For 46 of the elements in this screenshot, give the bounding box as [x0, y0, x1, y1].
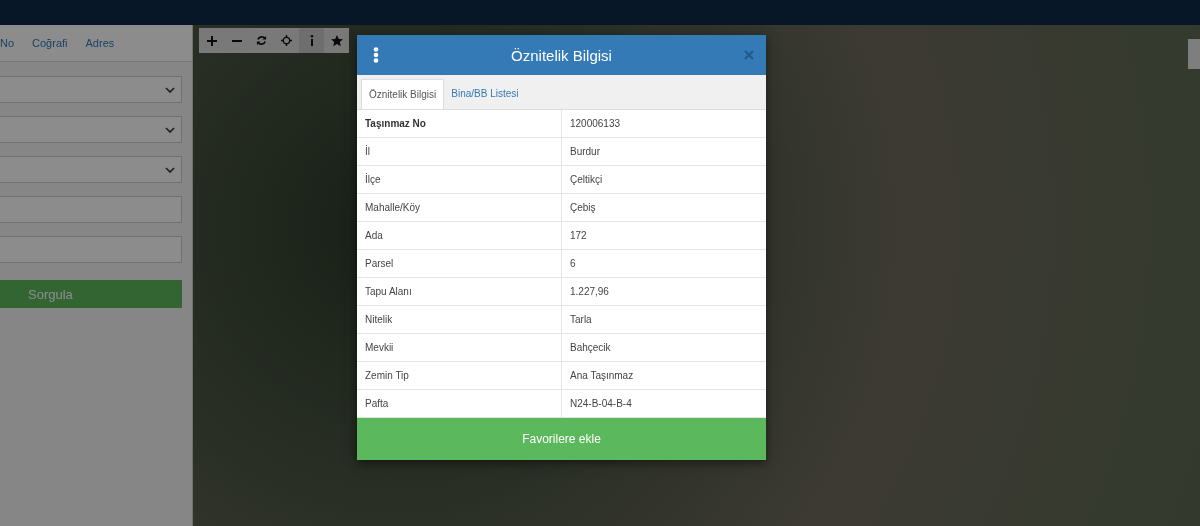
- attribute-label: Mevkii: [357, 333, 562, 362]
- attribute-value: Burdur: [561, 137, 766, 166]
- search-tab[interactable]: Coğrafi: [32, 37, 68, 61]
- dialog-title: Öznitelik Bilgisi: [511, 46, 612, 64]
- attribute-label: Taşınmaz No: [357, 110, 562, 138]
- menu-icon[interactable]: [373, 47, 379, 63]
- attribute-label: Mahalle/Köy: [357, 193, 562, 222]
- plus-icon: [206, 35, 217, 46]
- crosshair-icon: [281, 35, 292, 46]
- input-field[interactable]: [0, 196, 182, 223]
- chevron-down-icon: [165, 86, 175, 93]
- star-icon: [330, 34, 343, 47]
- search-button[interactable]: Sorgula: [0, 280, 182, 308]
- refresh-icon: [256, 35, 267, 46]
- info-icon: [309, 35, 314, 46]
- dialog-tab[interactable]: Öznitelik Bilgisi: [361, 79, 445, 109]
- dialog-tab[interactable]: Bina/BB Listesi: [444, 79, 526, 109]
- dropdown-field[interactable]: [0, 76, 182, 103]
- attribute-value: N24-B-04-B-4: [561, 389, 766, 418]
- attribute-label: Ada: [357, 221, 562, 250]
- attribute-value: 120006133: [561, 110, 766, 138]
- attribute-value: Ana Taşınmaz: [561, 361, 766, 390]
- attribute-label: İlçe: [357, 165, 562, 194]
- chevron-down-icon: [165, 166, 175, 173]
- attribute-label: Pafta: [357, 389, 562, 418]
- dropdown-field[interactable]: [0, 116, 182, 143]
- attribute-value: 172: [561, 221, 766, 250]
- info-button[interactable]: [299, 28, 324, 53]
- attribute-label: Parsel: [357, 249, 562, 278]
- input-field[interactable]: [0, 236, 182, 263]
- attribute-value: Tarla: [561, 305, 766, 334]
- attribute-label: Tapu Alanı: [357, 277, 562, 306]
- attribute-label: Zemin Tip: [357, 361, 562, 390]
- attribute-value: 6: [561, 249, 766, 278]
- minus-icon: [231, 39, 242, 42]
- attribute-value: Çeltikçi: [561, 165, 766, 194]
- attribute-label: Nitelik: [357, 305, 562, 334]
- chevron-down-icon: [165, 126, 175, 133]
- attribute-value: Çebiş: [561, 193, 766, 222]
- search-tab[interactable]: Adres: [85, 37, 115, 61]
- dropdown-field[interactable]: [0, 156, 182, 183]
- attribute-value: 1.227,96: [561, 277, 766, 306]
- search-tab[interactable]: No: [0, 37, 15, 61]
- attribute-value: Bahçecik: [561, 333, 766, 362]
- add-favorites-button[interactable]: Favorilere ekle: [357, 418, 766, 460]
- attribute-label: İl: [357, 137, 562, 166]
